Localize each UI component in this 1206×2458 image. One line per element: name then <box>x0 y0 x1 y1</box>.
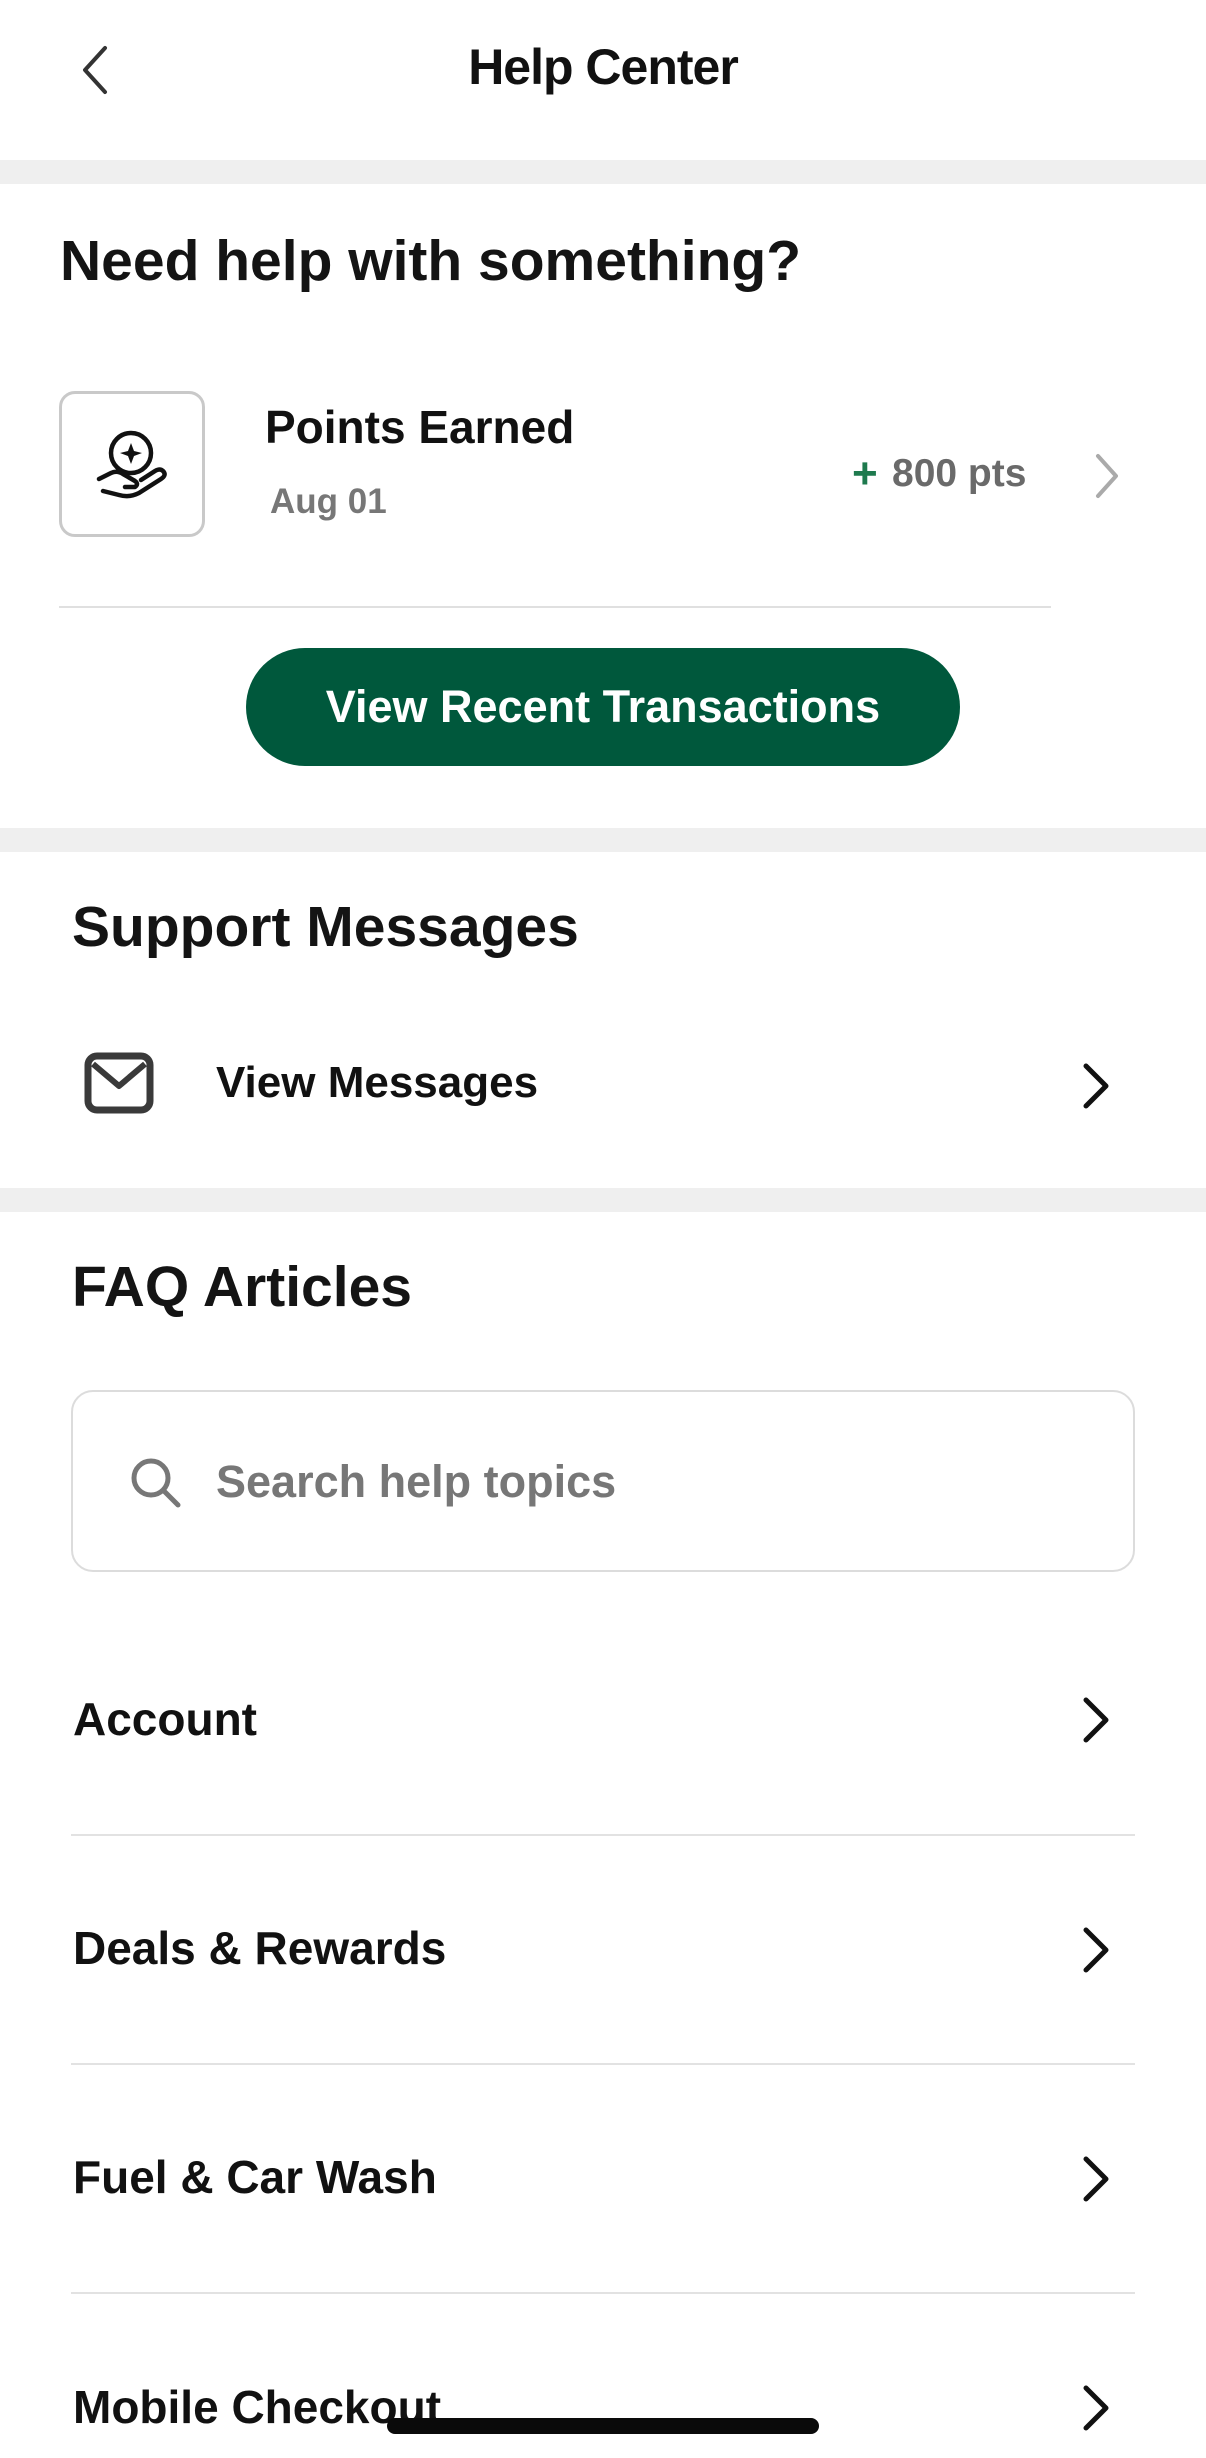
support-section-title: Support Messages <box>72 895 579 959</box>
faq-item-label: Account <box>73 1693 257 1745</box>
points-sign: + <box>852 449 878 498</box>
top-nav-bar: Help Center <box>0 0 1206 160</box>
help-section-title: Need help with something? <box>60 229 802 293</box>
transaction-date: Aug 01 <box>270 482 387 521</box>
faq-section-title: FAQ Articles <box>72 1255 412 1319</box>
search-input[interactable] <box>216 1452 1096 1512</box>
chevron-right-icon <box>1096 454 1118 498</box>
transaction-points: 800 pts <box>892 452 1027 495</box>
envelope-icon <box>84 1052 154 1114</box>
chevron-right-icon <box>1083 1063 1109 1109</box>
chevron-right-icon <box>1083 2156 1109 2202</box>
faq-item-label: Mobile Checkout <box>73 2381 442 2433</box>
page-title: Help Center <box>468 39 739 95</box>
section-separator <box>0 828 1206 852</box>
view-messages-row[interactable] <box>0 1030 1206 1140</box>
chevron-right-icon <box>1083 1927 1109 1973</box>
section-separator <box>0 1188 1206 1212</box>
transaction-title: Points Earned <box>265 401 575 453</box>
view-messages-label: View Messages <box>216 1058 539 1107</box>
faq-item-label: Deals & Rewards <box>73 1922 447 1974</box>
chevron-right-icon <box>1083 2385 1109 2431</box>
transaction-divider <box>59 606 1051 608</box>
faq-item-label: Fuel & Car Wash <box>73 2151 437 2203</box>
reward-star-hand-icon <box>96 430 167 499</box>
transaction-icon-tile <box>59 391 205 537</box>
home-indicator <box>387 2418 819 2434</box>
view-recent-transactions-button[interactable]: View Recent Transactions <box>246 648 960 766</box>
chevron-right-icon <box>1083 1697 1109 1743</box>
search-icon <box>131 1458 181 1508</box>
section-separator <box>0 160 1206 184</box>
